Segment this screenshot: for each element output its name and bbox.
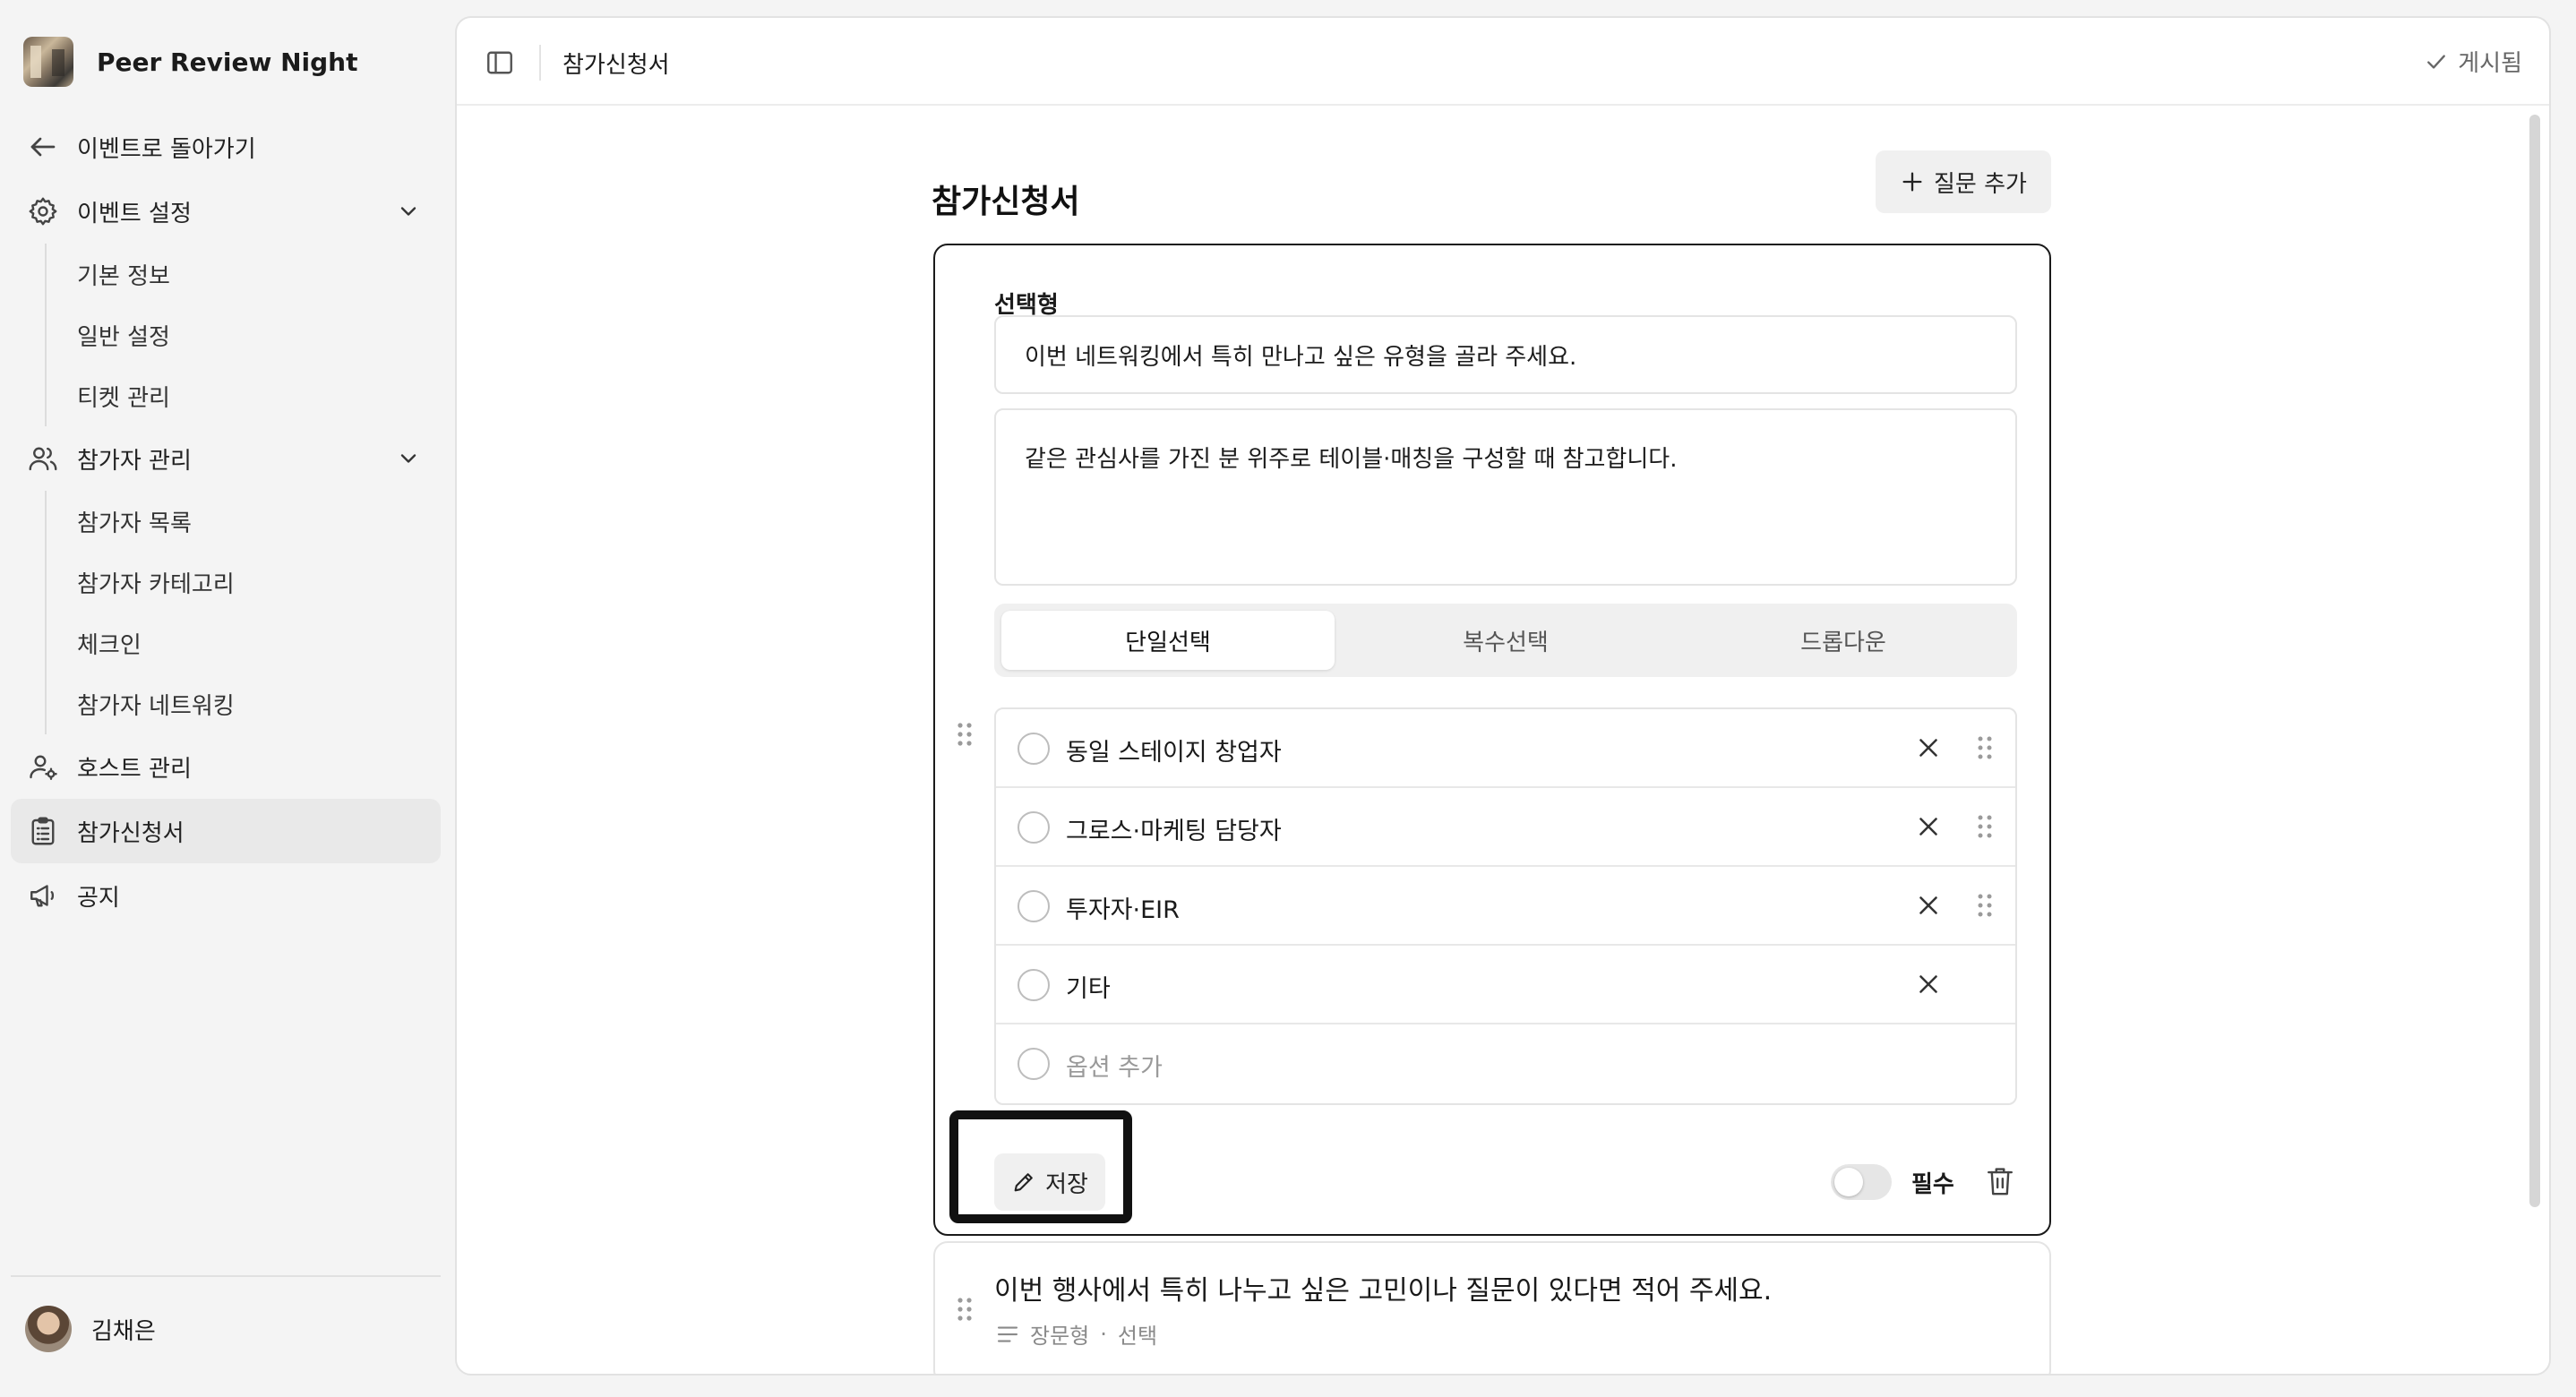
plus-icon xyxy=(1902,172,1922,192)
sidebar-toggle-icon[interactable] xyxy=(484,47,516,79)
sidebar-item-notice-label: 공지 xyxy=(77,884,120,912)
close-icon[interactable] xyxy=(1913,969,1944,999)
sidebar-nav: 이벤트로 돌아가기 이벤트 설정 기본 정보 일반 설정 티켓 관리 참가자 관… xyxy=(11,115,441,928)
status-label: 게시됨 xyxy=(2458,50,2522,77)
save-button[interactable]: 저장 xyxy=(994,1153,1105,1211)
event-thumbnail xyxy=(23,37,73,87)
option-label[interactable]: 그로스·마케팅 담당자 xyxy=(1066,811,1282,846)
radio-button[interactable] xyxy=(1018,969,1050,1001)
drag-handle-icon[interactable] xyxy=(1976,811,1994,842)
option-label[interactable]: 투자자·EIR xyxy=(1066,890,1180,925)
required-label: 필수 xyxy=(1911,1171,1954,1198)
back-to-event-link[interactable]: 이벤트로 돌아가기 xyxy=(11,115,441,179)
brand-name: Peer Review Night xyxy=(97,47,358,77)
sidebar-item-participants[interactable]: 참가자 관리 xyxy=(11,426,441,491)
users-icon xyxy=(27,442,59,475)
sidebar-item-application-form-label: 참가신청서 xyxy=(77,819,185,847)
option-item: 동일 스테이지 창업자 xyxy=(996,709,2015,788)
sidebar-item-event-settings-label: 이벤트 설정 xyxy=(77,200,192,227)
sidebar-divider xyxy=(11,1275,441,1277)
sidebar-item-basic-info[interactable]: 기본 정보 xyxy=(47,244,441,304)
radio-button xyxy=(1018,1048,1050,1080)
close-icon[interactable] xyxy=(1913,733,1944,763)
option-list: 동일 스테이지 창업자 그로스·마케팅 담당자 투자자·EIR 기타 옵션 추가 xyxy=(994,707,2017,1105)
close-icon[interactable] xyxy=(1913,890,1944,921)
topbar: 참가신청서 게시됨 xyxy=(457,18,2549,106)
user-name: 김채은 xyxy=(91,1317,156,1345)
scrollbar[interactable] xyxy=(2529,115,2540,1207)
choice-mode-segmented-control: 단일선택 복수선택 드롭다운 xyxy=(994,604,2017,677)
add-question-button[interactable]: 질문 추가 xyxy=(1876,150,2051,213)
add-question-label: 질문 추가 xyxy=(1934,170,2027,198)
tab-single-choice[interactable]: 단일선택 xyxy=(1001,611,1335,670)
question-title-input[interactable]: 이번 네트워킹에서 특히 만나고 싶은 유형을 골라 주세요. xyxy=(994,315,2017,394)
tab-multiple-choice[interactable]: 복수선택 xyxy=(1339,611,1672,670)
toggle-knob xyxy=(1834,1168,1863,1196)
question-card[interactable]: 이번 행사에서 특히 나누고 싶은 고민이나 질문이 있다면 적어 주세요. 장… xyxy=(933,1241,2051,1374)
chevron-down-icon[interactable] xyxy=(396,199,421,224)
page-title: 참가신청서 xyxy=(932,184,1080,220)
required-toggle[interactable] xyxy=(1831,1164,1892,1200)
drag-handle-icon[interactable] xyxy=(955,720,975,749)
pencil-icon xyxy=(1014,1173,1033,1192)
sidebar-item-general-settings[interactable]: 일반 설정 xyxy=(47,304,441,365)
arrow-left-icon xyxy=(27,131,59,163)
check-icon xyxy=(2427,54,2446,69)
question-title: 이번 행사에서 특히 나누고 싶은 고민이나 질문이 있다면 적어 주세요. xyxy=(994,1275,1773,1307)
long-text-icon xyxy=(997,1325,1018,1342)
option-item: 그로스·마케팅 담당자 xyxy=(996,788,2015,867)
brand[interactable]: Peer Review Night xyxy=(23,36,357,88)
clipboard-list-icon xyxy=(27,815,59,847)
sidebar-item-participant-networking[interactable]: 참가자 네트워킹 xyxy=(47,673,441,734)
close-icon[interactable] xyxy=(1913,811,1944,842)
add-option-row[interactable]: 옵션 추가 xyxy=(996,1024,2015,1103)
option-item-other: 기타 xyxy=(996,946,2015,1024)
gear-icon xyxy=(27,195,59,227)
radio-button[interactable] xyxy=(1018,890,1050,922)
option-label[interactable]: 동일 스테이지 창업자 xyxy=(1066,733,1282,767)
sidebar-item-ticket-management[interactable]: 티켓 관리 xyxy=(47,365,441,426)
sidebar: Peer Review Night 이벤트로 돌아가기 이벤트 설정 기본 정보… xyxy=(0,0,453,1397)
sidebar-item-event-settings[interactable]: 이벤트 설정 xyxy=(11,179,441,244)
participants-submenu: 참가자 목록 참가자 카테고리 체크인 참가자 네트워킹 xyxy=(45,491,441,734)
drag-handle-icon[interactable] xyxy=(1976,890,1994,921)
drag-handle-icon[interactable] xyxy=(955,1295,975,1324)
user-menu[interactable]: 김채은 xyxy=(25,1306,156,1352)
chevron-down-icon[interactable] xyxy=(396,446,421,471)
meta-separator: · xyxy=(1100,1321,1107,1347)
question-card-editing: 선택형 이번 네트워킹에서 특히 만나고 싶은 유형을 골라 주세요. 같은 관… xyxy=(933,244,2051,1236)
question-meta: 장문형 · 선택 xyxy=(994,1318,1157,1350)
avatar xyxy=(25,1306,72,1352)
sidebar-item-hosts-label: 호스트 관리 xyxy=(77,755,192,783)
trash-icon[interactable] xyxy=(1985,1164,2015,1198)
question-description-textarea[interactable]: 같은 관심사를 가진 분 위주로 테이블·매칭을 구성할 때 참고합니다. xyxy=(994,408,2017,586)
sidebar-item-participant-category[interactable]: 참가자 카테고리 xyxy=(47,552,441,613)
event-settings-submenu: 기본 정보 일반 설정 티켓 관리 xyxy=(45,244,441,426)
drag-handle-icon[interactable] xyxy=(1976,733,1994,763)
sidebar-item-hosts[interactable]: 호스트 관리 xyxy=(11,734,441,799)
add-option-input[interactable]: 옵션 추가 xyxy=(1066,1048,1163,1083)
option-item: 투자자·EIR xyxy=(996,867,2015,946)
sidebar-item-check-in[interactable]: 체크인 xyxy=(47,613,441,673)
save-label: 저장 xyxy=(1045,1170,1088,1198)
user-gear-icon xyxy=(27,750,59,783)
status-badge: 게시됨 xyxy=(2424,45,2522,78)
main-panel: 참가신청서 게시됨 참가신청서 질문 추가 선택형 이번 네트워킹에서 특히 만… xyxy=(455,16,2551,1376)
sidebar-item-application-form[interactable]: 참가신청서 xyxy=(11,799,441,863)
question-type: 장문형 xyxy=(1030,1324,1090,1349)
megaphone-icon xyxy=(27,879,59,912)
radio-button[interactable] xyxy=(1018,733,1050,765)
required-status: 선택 xyxy=(1117,1324,1158,1349)
sidebar-item-notice[interactable]: 공지 xyxy=(11,863,441,928)
option-label[interactable]: 기타 xyxy=(1066,969,1111,1004)
radio-button[interactable] xyxy=(1018,811,1050,844)
sidebar-item-participant-list[interactable]: 참가자 목록 xyxy=(47,491,441,552)
topbar-separator xyxy=(539,45,541,81)
breadcrumb: 참가신청서 xyxy=(562,52,670,79)
back-to-event-label: 이벤트로 돌아가기 xyxy=(77,135,256,163)
tab-dropdown[interactable]: 드롭다운 xyxy=(1677,611,2010,670)
sidebar-item-participants-label: 참가자 관리 xyxy=(77,447,192,475)
